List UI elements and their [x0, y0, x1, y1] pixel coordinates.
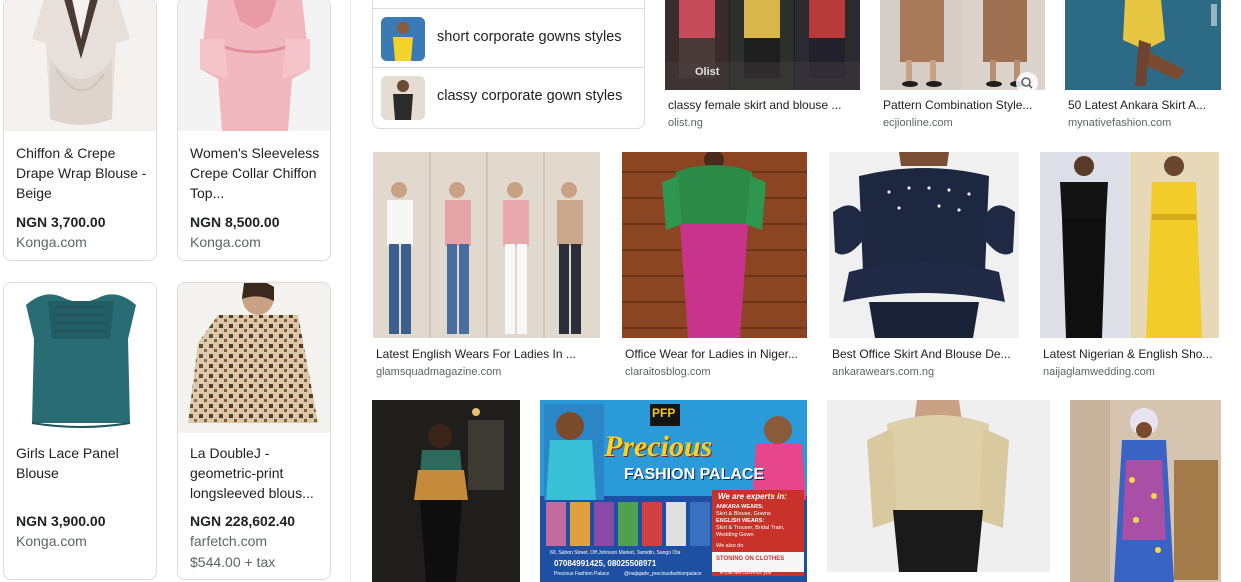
poster-experts-heading: We are experts in: [718, 492, 787, 501]
result-thumbnail: Olist [665, 0, 860, 90]
image-result[interactable]: Olist classy female skirt and blouse ...… [665, 0, 861, 132]
result-thumbnail [372, 400, 520, 582]
poster-address: 60, Sabon Street, Off Johnson Market, Ta… [550, 550, 681, 556]
result-thumbnail [373, 152, 600, 338]
product-title: La DoubleJ - geometric-print longsleeved… [190, 445, 314, 501]
poster-services: ANKARA WEARS: Skirt & Blouse, Gowns ENGL… [716, 504, 802, 539]
image-result[interactable] [372, 400, 520, 582]
product-image-geometric-blouse [178, 283, 330, 433]
image-result-poster[interactable]: PFP Precious FASHION PALACE We are exper… [540, 400, 807, 582]
product-image-teal-blouse [4, 283, 156, 433]
result-title: Pattern Combination Style... [883, 98, 1033, 112]
product-image-drape-blouse [4, 0, 156, 131]
related-search-classy-corporate[interactable]: classy corporate gown styles [373, 68, 644, 128]
result-source: glamsquadmagazine.com [376, 366, 502, 378]
result-thumbnail [880, 0, 1045, 90]
result-source: claraitosblog.com [625, 366, 711, 378]
result-title: Best Office Skirt And Blouse De... [832, 347, 1011, 361]
lens-icon[interactable] [1016, 72, 1038, 90]
related-search-label: classy corporate gown styles [437, 88, 623, 104]
result-thumbnail [827, 400, 1050, 582]
result-thumbnail [1040, 152, 1219, 338]
poster-service: ENGLISH WEARS: [716, 518, 765, 524]
result-thumbnail [1065, 0, 1221, 90]
result-thumbnail: PFP Precious FASHION PALACE We are exper… [540, 400, 807, 582]
related-searches: short corporate gowns styles classy corp… [372, 0, 645, 129]
image-result[interactable]: Best Office Skirt And Blouse De... ankar… [829, 152, 1021, 382]
product-title: Chiffon & Crepe Drape Wrap Blouse - Beig… [16, 145, 147, 201]
result-thumbnail [1070, 400, 1221, 582]
result-title: Office Wear for Ladies in Niger... [625, 347, 798, 361]
poster-stoning: STONING ON CLOTHES [716, 556, 785, 562]
result-title: Latest English Wears For Ladies In ... [376, 347, 576, 361]
product-price-usd: $544.00 + tax [190, 554, 276, 570]
poster-title: Precious [604, 430, 713, 463]
product-title: Girls Lace Panel Blouse [16, 445, 119, 481]
related-search-label: short corporate gowns styles [437, 29, 622, 45]
related-thumb [381, 76, 425, 120]
product-store: Konga.com [190, 234, 261, 250]
result-thumbnail [829, 152, 1019, 338]
product-price: NGN 3,900.00 [16, 513, 106, 529]
result-title: Latest Nigerian & English Sho... [1043, 347, 1213, 361]
related-thumb [381, 17, 425, 61]
poster-subtitle: FASHION PALACE [624, 466, 765, 483]
product-price: NGN 8,500.00 [190, 214, 280, 230]
olist-watermark: Olist [695, 66, 720, 78]
poster-instagram: @naijajade_preciousfashionpalace [624, 571, 702, 577]
product-store: Konga.com [16, 234, 87, 250]
product-card-4[interactable]: La DoubleJ - geometric-print longsleeved… [177, 282, 331, 580]
poster-also: We also do [716, 543, 744, 549]
poster-service: Wedding Gown [716, 532, 754, 538]
product-image-pink-top [178, 0, 330, 131]
result-title: classy female skirt and blouse ... [668, 98, 842, 112]
result-title: 50 Latest Ankara Skirt A... [1068, 98, 1207, 112]
poster-service: ANKARA WEARS: [716, 504, 764, 510]
image-result[interactable]: Pattern Combination Style... ecjionline.… [880, 0, 1046, 132]
product-title: Women's Sleeveless Crepe Collar Chiffon … [190, 145, 320, 201]
image-result[interactable]: Latest English Wears For Ladies In ... g… [373, 152, 601, 382]
product-card-3[interactable]: Girls Lace Panel Blouse NGN 3,900.00 Kon… [3, 282, 157, 580]
image-result[interactable]: Office Wear for Ladies in Niger... clara… [622, 152, 808, 382]
image-result[interactable] [1070, 400, 1222, 582]
result-source: naijaglamwedding.com [1043, 366, 1155, 378]
poster-logo: PFP [652, 406, 676, 420]
related-search-short-corporate[interactable]: short corporate gowns styles [373, 8, 644, 68]
result-source: mynativefashion.com [1068, 117, 1172, 129]
column-divider [350, 0, 351, 582]
product-store: farfetch.com [190, 533, 268, 549]
product-price: NGN 3,700.00 [16, 214, 106, 230]
poster-service: Skirt & Trouser, Bridal Train, [716, 525, 785, 531]
image-result[interactable] [827, 400, 1050, 582]
result-source: olist.ng [668, 117, 703, 129]
poster-service: Skirt & Blouse, Gowns [716, 511, 771, 517]
product-price: NGN 228,602.40 [190, 513, 296, 529]
product-card-2[interactable]: Women's Sleeveless Crepe Collar Chiffon … [177, 0, 331, 261]
poster-trial: A trial will convince you [720, 570, 772, 576]
image-result[interactable]: 50 Latest Ankara Skirt A... mynativefash… [1065, 0, 1225, 132]
result-source: ankarawears.com.ng [832, 366, 935, 378]
result-source: ecjionline.com [883, 117, 953, 129]
result-thumbnail [622, 152, 807, 338]
poster-social: Precious Fashion Palace [554, 571, 610, 577]
product-store: Konga.com [16, 533, 87, 549]
image-result[interactable]: Latest Nigerian & English Sho... naijagl… [1040, 152, 1220, 382]
poster-phone: 07084991425, 08025508971 [554, 559, 657, 568]
product-card-1[interactable]: Chiffon & Crepe Drape Wrap Blouse - Beig… [3, 0, 157, 261]
